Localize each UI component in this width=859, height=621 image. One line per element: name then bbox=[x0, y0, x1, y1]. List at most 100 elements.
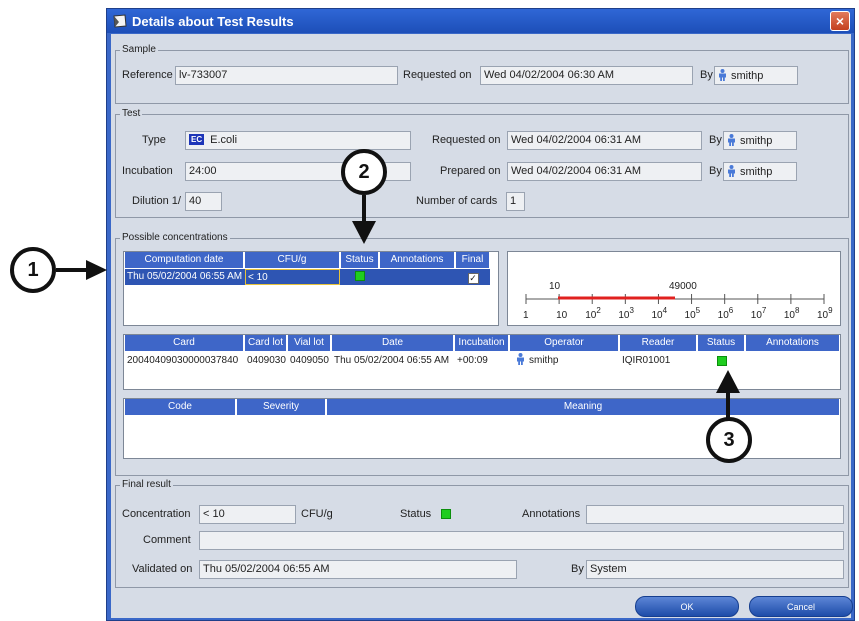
col-card[interactable]: Card bbox=[125, 335, 244, 351]
test-group-title: Test bbox=[120, 108, 143, 119]
scale-tick-label: 10 bbox=[556, 310, 568, 321]
test-group: Test Type EC E.coli Requested on Wed 04/0… bbox=[115, 108, 849, 218]
final-annotations-field[interactable] bbox=[586, 505, 844, 524]
ok-button[interactable]: OK bbox=[635, 596, 739, 617]
prepared-on-label: Prepared on bbox=[440, 165, 501, 177]
card-annotations-cell bbox=[746, 353, 840, 369]
col-annotations[interactable]: Annotations bbox=[746, 335, 840, 351]
final-status-label: Status bbox=[400, 508, 432, 520]
prepared-on-field[interactable]: Wed 04/02/2004 06:31 AM bbox=[507, 162, 702, 181]
concentration-field[interactable]: < 10 bbox=[199, 505, 296, 524]
arrow-up-icon bbox=[716, 370, 740, 418]
cards-count-field[interactable]: 1 bbox=[506, 192, 525, 211]
card-lot-cell: 0409030 bbox=[247, 355, 286, 366]
col-code[interactable]: Code bbox=[125, 399, 236, 415]
col-reader[interactable]: Reader bbox=[620, 335, 697, 351]
validated-on-field[interactable]: Thu 05/02/2004 06:55 AM bbox=[199, 560, 517, 579]
arrow-down-icon bbox=[352, 195, 376, 244]
col-computation-date[interactable]: Computation date bbox=[125, 252, 244, 268]
vial-lot-cell: 0409050 bbox=[290, 355, 329, 366]
type-field[interactable]: EC E.coli bbox=[185, 131, 411, 150]
sample-requested-on-label: Requested on bbox=[403, 69, 472, 81]
final-status-indicator bbox=[441, 509, 451, 519]
incubation-cell: +00:09 bbox=[457, 355, 488, 366]
concentration-range-panel: 1 10 102 103 104 105 106 107 108 109 10 49000 bbox=[507, 251, 841, 326]
test-requested-on-field[interactable]: Wed 04/02/2004 06:31 AM bbox=[507, 131, 702, 150]
range-low-label: 10 bbox=[549, 281, 561, 292]
computation-date-cell: Thu 05/02/2004 06:55 AM bbox=[127, 271, 243, 282]
sample-by-label: By bbox=[700, 69, 713, 81]
incubation-label: Incubation bbox=[122, 165, 173, 177]
close-button[interactable]: × bbox=[830, 11, 850, 31]
col-status[interactable]: Status bbox=[698, 335, 745, 351]
comment-field[interactable] bbox=[199, 531, 844, 550]
final-result-group: Final result Concentration < 10 CFU/g St… bbox=[115, 479, 849, 588]
type-label: Type bbox=[142, 134, 166, 146]
dilution-label: Dilution 1/ bbox=[132, 195, 181, 207]
dilution-field[interactable]: 40 bbox=[185, 192, 222, 211]
scale-tick-label: 1 bbox=[523, 310, 529, 321]
col-annotations[interactable]: Annotations bbox=[380, 252, 455, 268]
dialog-window: Details about Test Results × Sample Refe… bbox=[106, 8, 855, 621]
concentration-range-scale: 1 10 102 103 104 105 106 107 108 109 10 49000 bbox=[523, 281, 833, 321]
sample-requested-on-field[interactable]: Wed 04/02/2004 06:30 AM bbox=[480, 66, 693, 85]
person-icon bbox=[728, 134, 735, 146]
validated-by-field[interactable]: System bbox=[586, 560, 844, 579]
person-icon bbox=[517, 353, 524, 365]
reference-field[interactable]: lv-733007 bbox=[175, 66, 398, 85]
col-card-lot[interactable]: Card lot bbox=[245, 335, 287, 351]
final-cell[interactable]: ✓ bbox=[456, 269, 490, 285]
scale-tick-label: 104 bbox=[651, 306, 667, 321]
arrow-right-icon bbox=[56, 260, 107, 280]
callout-3: 3 bbox=[706, 417, 752, 463]
sample-group-title: Sample bbox=[120, 44, 158, 55]
test-requested-by-field[interactable]: smithp bbox=[723, 131, 797, 150]
scale-tick-label: 105 bbox=[685, 306, 701, 321]
reference-label: Reference bbox=[122, 69, 173, 81]
sample-by-field[interactable]: smithp bbox=[714, 66, 798, 85]
scale-tick-label: 109 bbox=[817, 306, 833, 321]
col-vial-lot[interactable]: Vial lot bbox=[288, 335, 331, 351]
concentrations-group-title: Possible concentrations bbox=[120, 232, 230, 243]
validated-by-label: By bbox=[571, 563, 584, 575]
person-icon bbox=[719, 69, 726, 81]
status-cell bbox=[341, 269, 379, 285]
scale-tick-label: 108 bbox=[784, 306, 800, 321]
status-indicator bbox=[716, 356, 727, 366]
dialog-body: Sample Reference lv-733007 Requested on … bbox=[111, 34, 853, 618]
sample-group: Sample Reference lv-733007 Requested on … bbox=[115, 44, 849, 104]
callout-2: 2 bbox=[341, 149, 387, 195]
comment-label: Comment bbox=[143, 534, 191, 546]
concentrations-table: Computation date CFU/g Status Annotation… bbox=[123, 251, 499, 326]
range-high-label: 49000 bbox=[669, 281, 697, 292]
card-status-cell bbox=[698, 353, 745, 369]
col-final[interactable]: Final bbox=[456, 252, 490, 268]
test-requested-on-label: Requested on bbox=[432, 134, 501, 146]
person-icon bbox=[728, 165, 735, 177]
cfu-cell[interactable]: < 10 bbox=[245, 269, 340, 285]
col-severity[interactable]: Severity bbox=[237, 399, 326, 415]
col-date[interactable]: Date bbox=[332, 335, 454, 351]
card-cell: 20040409030000037840 bbox=[127, 355, 239, 366]
cancel-button[interactable]: Cancel bbox=[749, 596, 853, 617]
prepared-by-field[interactable]: smithp bbox=[723, 162, 797, 181]
final-result-group-title: Final result bbox=[120, 479, 173, 490]
title-bar: Details about Test Results × bbox=[107, 9, 854, 33]
scale-tick-label: 106 bbox=[718, 306, 734, 321]
callout-1: 1 bbox=[10, 247, 56, 293]
col-operator[interactable]: Operator bbox=[510, 335, 619, 351]
scale-tick-label: 103 bbox=[618, 306, 634, 321]
cards-count-label: Number of cards bbox=[416, 195, 498, 207]
date-cell: Thu 05/02/2004 06:55 AM bbox=[334, 355, 450, 366]
col-meaning[interactable]: Meaning bbox=[327, 399, 840, 415]
reader-cell: IQIR01001 bbox=[622, 355, 671, 366]
prepared-by-label: By bbox=[709, 165, 722, 177]
test-requested-by-label: By bbox=[709, 134, 722, 146]
status-indicator bbox=[355, 271, 365, 281]
final-annotations-label: Annotations bbox=[522, 508, 581, 520]
col-incubation[interactable]: Incubation bbox=[455, 335, 509, 351]
operator-cell: smithp bbox=[510, 353, 619, 369]
final-checkbox[interactable]: ✓ bbox=[467, 273, 479, 284]
col-status[interactable]: Status bbox=[341, 252, 379, 268]
col-cfu[interactable]: CFU/g bbox=[245, 252, 340, 268]
